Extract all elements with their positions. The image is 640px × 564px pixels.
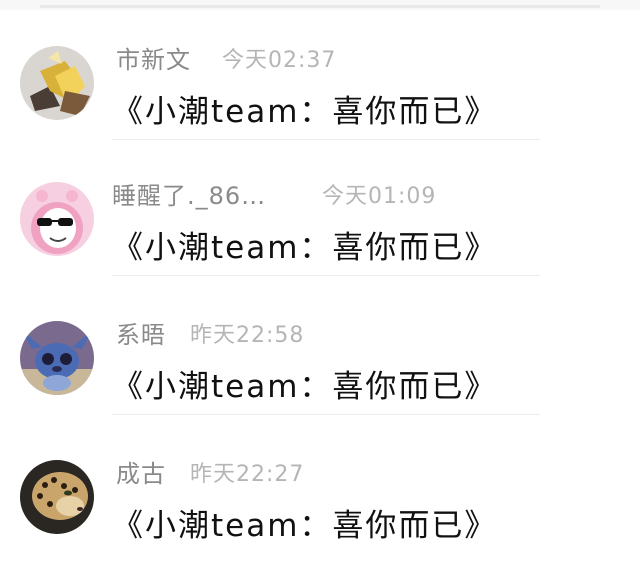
pink-sunglasses-character-icon[interactable]: [20, 182, 94, 256]
comment-item[interactable]: 成古 昨天22:27 《小潮team：喜你而已》: [0, 424, 640, 554]
divider: [112, 139, 540, 140]
leopard-icon[interactable]: [20, 460, 94, 534]
comment-item[interactable]: 睡醒了._86… 今天01:09 《小潮team：喜你而已》: [0, 146, 640, 276]
comment-time: 昨天22:27: [190, 462, 305, 487]
comment-time: 今天01:09: [322, 184, 437, 209]
gold-abstract-icon[interactable]: [20, 46, 94, 120]
stitch-character-icon[interactable]: [20, 321, 94, 395]
comment-item[interactable]: 市新文 今天02:37 《小潮team：喜你而已》: [0, 10, 640, 140]
comment-text: 《小潮team：喜你而已》: [112, 94, 498, 130]
comment-author[interactable]: 睡醒了._86…: [112, 176, 266, 211]
comment-author[interactable]: 成古: [116, 454, 166, 489]
divider: [112, 275, 540, 276]
comment-author[interactable]: 市新文: [116, 40, 191, 75]
comment-time: 昨天22:58: [190, 323, 305, 348]
comment-author[interactable]: 系晤: [116, 315, 166, 350]
comment-text: 《小潮team：喜你而已》: [112, 369, 498, 405]
comment-item[interactable]: 系晤 昨天22:58 《小潮team：喜你而已》: [0, 285, 640, 415]
comment-text: 《小潮team：喜你而已》: [112, 508, 498, 544]
comment-list: 市新文 今天02:37 《小潮team：喜你而已》 睡醒了._86… 今天01:…: [0, 0, 640, 564]
comment-text: 《小潮team：喜你而已》: [112, 230, 498, 266]
divider: [112, 414, 540, 415]
comment-time: 今天02:37: [222, 48, 337, 73]
